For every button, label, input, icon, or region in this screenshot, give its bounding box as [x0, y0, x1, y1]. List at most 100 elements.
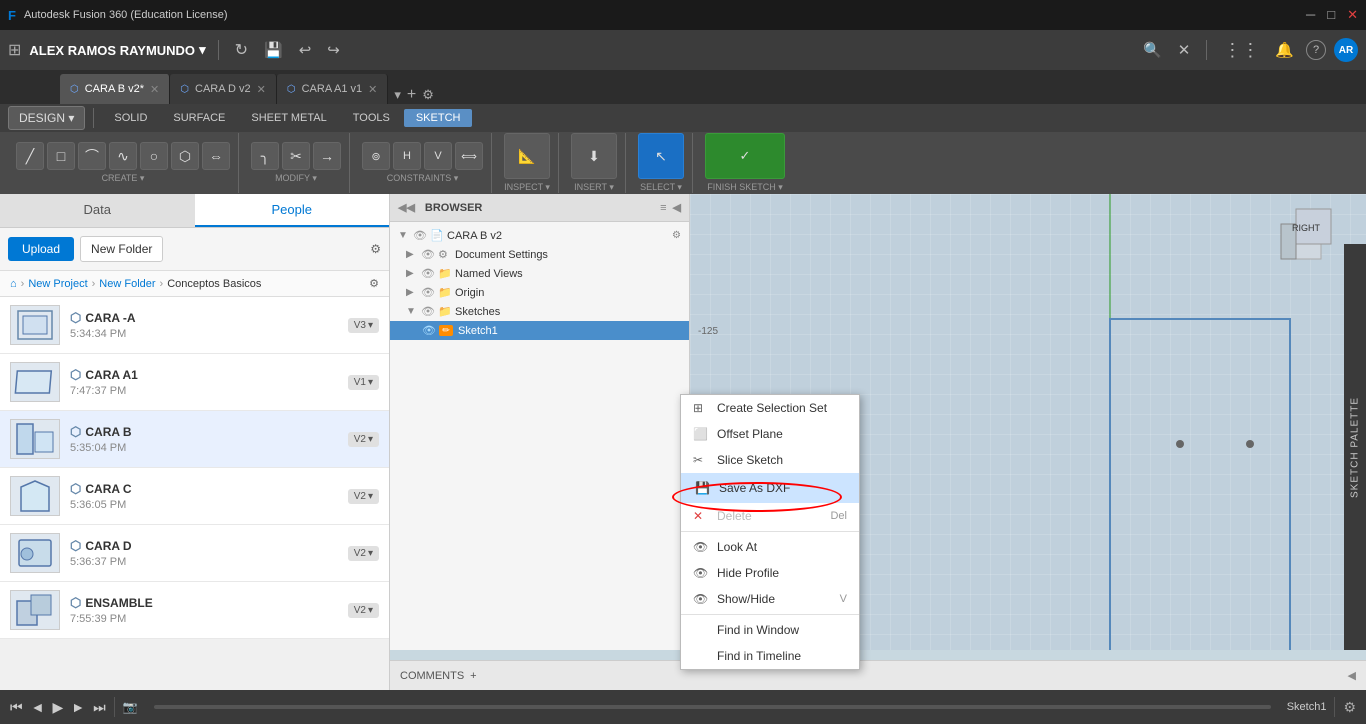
tab-close-button-3[interactable]: ✕	[368, 83, 377, 96]
tree-item-sketch1[interactable]: 👁 ✏ Sketch1	[390, 321, 689, 340]
new-folder-button[interactable]: New Folder	[80, 236, 163, 262]
play-fwd-button[interactable]: ►	[71, 699, 85, 715]
play-back-button[interactable]: ◄	[31, 699, 45, 715]
tree-gear-root[interactable]: ⚙	[672, 230, 681, 241]
fillet-tool[interactable]: ╮	[251, 142, 279, 170]
close-button[interactable]: ✕	[1347, 7, 1358, 23]
file-version-cara-a[interactable]: V3▾	[348, 318, 379, 333]
spline-tool[interactable]: ∿	[109, 142, 137, 170]
design-dropdown[interactable]: DESIGN ▾	[8, 106, 85, 130]
save-button[interactable]: 💾	[260, 41, 287, 59]
file-item-cara-d[interactable]: ⬡ CARA D 5:36:37 PM V2▾	[0, 525, 389, 582]
ctx-delete[interactable]: ✕ Delete Del	[681, 503, 859, 529]
tab-people[interactable]: People	[195, 194, 390, 227]
mode-tools[interactable]: TOOLS	[341, 109, 402, 127]
close-doc-button[interactable]: ✕	[1174, 41, 1195, 59]
add-comment-button[interactable]: +	[470, 670, 476, 682]
file-version-cara-c[interactable]: V2▾	[348, 489, 379, 504]
tab-close-button[interactable]: ✕	[150, 83, 159, 96]
tree-eye-origin[interactable]: 👁	[421, 286, 435, 299]
panel-settings-icon[interactable]: ⚙	[370, 242, 381, 256]
inspect-tool[interactable]: 📐	[504, 133, 550, 179]
mirror-tool[interactable]: ⇔	[202, 142, 230, 170]
mode-solid[interactable]: SOLID	[102, 109, 159, 127]
mode-sheet-metal[interactable]: SHEET METAL	[239, 109, 338, 127]
ctx-find-in-window[interactable]: Find in Window	[681, 617, 859, 643]
notifications-icon[interactable]: 🔔	[1271, 41, 1298, 59]
tab-settings-button[interactable]: ⚙	[422, 87, 434, 103]
file-item-cara-c[interactable]: ⬡ CARA C 5:36:05 PM V2▾	[0, 468, 389, 525]
timeline-camera-icon[interactable]: 📷	[123, 700, 138, 714]
timeline-settings-button[interactable]: ⚙	[1343, 699, 1356, 716]
file-version-cara-b[interactable]: V2▾	[348, 432, 379, 447]
ctx-show-hide[interactable]: 👁 Show/Hide V	[681, 586, 859, 612]
breadcrumb-new-folder[interactable]: New Folder	[99, 278, 155, 290]
ctx-offset-plane[interactable]: ⬜ Offset Plane	[681, 421, 859, 447]
file-item-cara-a1[interactable]: ⬡ CARA A1 7:47:37 PM V1▾	[0, 354, 389, 411]
dimension-tool[interactable]: ⟺	[455, 142, 483, 170]
account-name[interactable]: ALEX RAMOS RAYMUNDO ▾	[29, 42, 205, 58]
sketch-palette[interactable]: SKETCH PALETTE	[1344, 244, 1366, 650]
tree-item-origin[interactable]: ▶ 👁 📁 Origin	[390, 283, 689, 302]
polygon-tool[interactable]: ⬡	[171, 142, 199, 170]
step-fwd-button[interactable]: ⏭	[93, 699, 106, 716]
play-button[interactable]: ▶	[52, 699, 63, 716]
ctx-look-at[interactable]: 👁 Look At	[681, 534, 859, 560]
select-tool[interactable]: ↖	[638, 133, 684, 179]
tree-eye-root[interactable]: 👁	[413, 229, 427, 242]
file-version-cara-a1[interactable]: V1▾	[348, 375, 379, 390]
arc-tool[interactable]: ⌒	[78, 142, 106, 170]
breadcrumb-settings-icon[interactable]: ⚙	[369, 277, 379, 290]
rect-tool[interactable]: □	[47, 142, 75, 170]
redo-button[interactable]: ↪	[323, 41, 344, 59]
file-version-ensamble[interactable]: V2▾	[348, 603, 379, 618]
tab-close-button-2[interactable]: ✕	[257, 83, 266, 96]
browser-expand-icon[interactable]: ◀	[673, 201, 681, 214]
tab-cara-a1-v1[interactable]: ⬡ CARA A1 v1 ✕	[277, 74, 389, 104]
file-item-cara-a[interactable]: ⬡ CARA -A 5:34:34 PM V3▾	[0, 297, 389, 354]
file-version-cara-d[interactable]: V2▾	[348, 546, 379, 561]
comments-expand-icon[interactable]: ◀	[1348, 669, 1356, 682]
tree-root[interactable]: ▼ 👁 📄 CARA B v2 ⚙	[390, 226, 689, 245]
coincident-tool[interactable]: ⊚	[362, 142, 390, 170]
view-cube[interactable]: RIGHT	[1276, 204, 1336, 264]
ctx-hide-profile[interactable]: 👁 Hide Profile	[681, 560, 859, 586]
help-icon[interactable]: ?	[1306, 40, 1326, 60]
ellipse-tool[interactable]: ○	[140, 142, 168, 170]
search-button[interactable]: 🔍	[1139, 41, 1166, 59]
tab-cara-d-v2[interactable]: ⬡ CARA D v2 ✕	[170, 74, 277, 104]
tree-eye-sketches[interactable]: 👁	[421, 305, 435, 318]
extend-tool[interactable]: →	[313, 142, 341, 170]
undo-button[interactable]: ↩	[295, 41, 316, 59]
minimize-button[interactable]: ─	[1306, 7, 1315, 23]
breadcrumb-new-project[interactable]: New Project	[28, 278, 87, 290]
ctx-save-as-dxf[interactable]: 💾 Save As DXF	[681, 473, 859, 503]
tree-item-sketches[interactable]: ▼ 👁 📁 Sketches	[390, 302, 689, 321]
tab-dropdown-button[interactable]: ▾	[394, 87, 401, 103]
trim-tool[interactable]: ✂	[282, 142, 310, 170]
ctx-create-selection-set[interactable]: ⊞ Create Selection Set	[681, 395, 859, 421]
timeline-track[interactable]	[154, 705, 1271, 709]
maximize-button[interactable]: □	[1327, 7, 1335, 23]
mode-sketch[interactable]: SKETCH	[404, 109, 473, 127]
tree-item-doc-settings[interactable]: ▶ 👁 ⚙ Document Settings	[390, 245, 689, 264]
ctx-slice-sketch[interactable]: ✂ Slice Sketch	[681, 447, 859, 473]
file-item-ensamble[interactable]: ⬡ ENSAMBLE 7:55:39 PM V2▾	[0, 582, 389, 639]
browser-collapse-button[interactable]: ◀◀	[398, 201, 415, 214]
refresh-button[interactable]: ↻	[231, 40, 252, 60]
tree-eye-named-views[interactable]: 👁	[421, 267, 435, 280]
mode-surface[interactable]: SURFACE	[161, 109, 237, 127]
apps-icon[interactable]: ⋮⋮	[1219, 40, 1263, 61]
line-tool[interactable]: ╱	[16, 142, 44, 170]
horizontal-tool[interactable]: H	[393, 142, 421, 170]
upload-button[interactable]: Upload	[8, 237, 74, 261]
breadcrumb-home[interactable]: ⌂	[10, 278, 17, 290]
tree-item-named-views[interactable]: ▶ 👁 📁 Named Views	[390, 264, 689, 283]
step-back-button[interactable]: ⏮	[10, 699, 23, 716]
insert-tool[interactable]: ⬇	[571, 133, 617, 179]
tree-eye-sketch1[interactable]: 👁	[422, 324, 436, 337]
tab-data[interactable]: Data	[0, 194, 195, 227]
grid-icon[interactable]: ⊞	[8, 40, 21, 60]
browser-options-icon[interactable]: ≡	[660, 202, 666, 214]
tab-cara-b-v2[interactable]: ⬡ CARA B v2* ✕	[60, 74, 170, 104]
